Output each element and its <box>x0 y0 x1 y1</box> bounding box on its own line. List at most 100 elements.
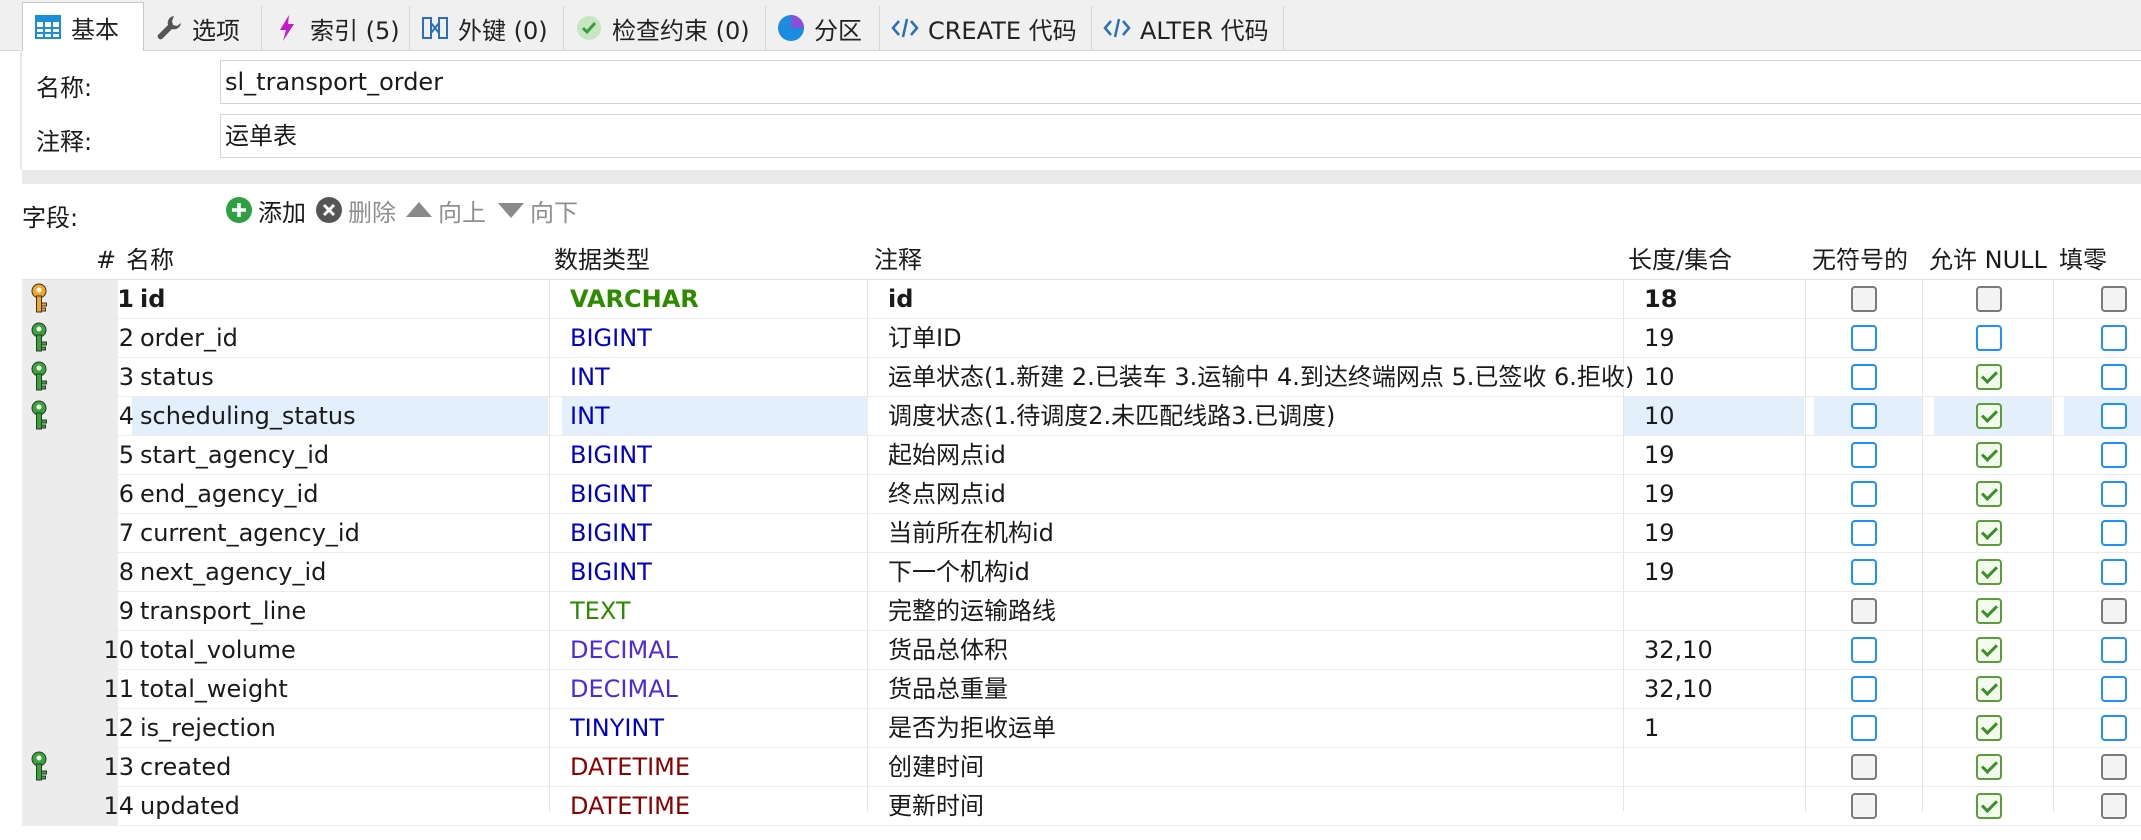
unsigned-checkbox[interactable] <box>1851 754 1877 780</box>
tab-create-code[interactable]: CREATE 代码 <box>880 6 1092 50</box>
field-comment-cell[interactable]: id <box>888 280 1634 318</box>
unsigned-checkbox[interactable] <box>1851 715 1877 741</box>
table-row[interactable]: 8 next_agency_id BIGINT 下一个机构id 19 <box>22 553 2141 592</box>
field-type-cell[interactable]: BIGINT <box>570 475 870 513</box>
table-row[interactable]: 12 is_rejection TINYINT 是否为拒收运单 1 <box>22 709 2141 748</box>
zerofill-checkbox[interactable] <box>2101 676 2127 702</box>
allow-null-checkbox[interactable] <box>1976 325 2002 351</box>
allow-null-checkbox[interactable] <box>1976 442 2002 468</box>
zerofill-checkbox[interactable] <box>2101 325 2127 351</box>
field-comment-cell[interactable]: 下一个机构id <box>888 553 1634 591</box>
field-name-cell[interactable]: order_id <box>140 319 560 357</box>
col-header-number[interactable]: # <box>96 241 116 279</box>
tab-options[interactable]: 选项 <box>144 6 262 50</box>
field-type-cell[interactable]: INT <box>570 358 870 396</box>
table-row[interactable]: 3 status INT 运单状态(1.新建 2.已装车 3.运输中 4.到达终端网点… <box>22 358 2141 397</box>
delete-field-button[interactable]: 删除 <box>314 192 396 228</box>
zerofill-checkbox[interactable] <box>2101 481 2127 507</box>
unsigned-checkbox[interactable] <box>1851 520 1877 546</box>
zerofill-checkbox[interactable] <box>2101 286 2127 312</box>
field-length-cell[interactable]: 19 <box>1644 514 1814 552</box>
unsigned-checkbox[interactable] <box>1851 325 1877 351</box>
unsigned-checkbox[interactable] <box>1851 403 1877 429</box>
tab-check-constraints[interactable]: 检查约束 (0) <box>564 6 766 50</box>
unsigned-checkbox[interactable] <box>1851 481 1877 507</box>
field-name-cell[interactable]: total_weight <box>140 670 560 708</box>
tab-indexes[interactable]: 索引 (5) <box>262 6 410 50</box>
table-row[interactable]: 14 updated DATETIME 更新时间 <box>22 787 2141 826</box>
field-type-cell[interactable]: DECIMAL <box>570 631 870 669</box>
field-comment-cell[interactable]: 货品总体积 <box>888 631 1634 669</box>
zerofill-checkbox[interactable] <box>2101 715 2127 741</box>
field-comment-cell[interactable]: 订单ID <box>888 319 1634 357</box>
allow-null-checkbox[interactable] <box>1976 481 2002 507</box>
zerofill-checkbox[interactable] <box>2101 442 2127 468</box>
col-header-length[interactable]: 长度/集合 <box>1628 241 1732 279</box>
field-length-cell[interactable]: 32,10 <box>1644 670 1814 708</box>
tab-partitions[interactable]: 分区 <box>766 6 880 50</box>
allow-null-checkbox[interactable] <box>1976 403 2002 429</box>
field-length-cell[interactable] <box>1644 748 1814 786</box>
field-length-cell[interactable]: 18 <box>1644 280 1814 318</box>
table-row[interactable]: 9 transport_line TEXT 完整的运输路线 <box>22 592 2141 631</box>
table-name-input[interactable]: sl_transport_order <box>220 60 2141 104</box>
unsigned-checkbox[interactable] <box>1851 286 1877 312</box>
field-comment-cell[interactable]: 终点网点id <box>888 475 1634 513</box>
unsigned-checkbox[interactable] <box>1851 364 1877 390</box>
table-row[interactable]: 13 created DATETIME 创建时间 <box>22 748 2141 787</box>
unsigned-checkbox[interactable] <box>1851 793 1877 819</box>
table-row[interactable]: 2 order_id BIGINT 订单ID 19 <box>22 319 2141 358</box>
field-name-cell[interactable]: id <box>140 280 560 318</box>
field-name-cell[interactable]: status <box>140 358 560 396</box>
unsigned-checkbox[interactable] <box>1851 598 1877 624</box>
field-type-cell[interactable]: BIGINT <box>570 553 870 591</box>
table-row[interactable]: 6 end_agency_id BIGINT 终点网点id 19 <box>22 475 2141 514</box>
field-comment-cell[interactable]: 运单状态(1.新建 2.已装车 3.运输中 4.到达终端网点 5.已签收 6.拒… <box>888 358 1634 396</box>
field-name-cell[interactable]: start_agency_id <box>140 436 560 474</box>
field-comment-cell[interactable]: 完整的运输路线 <box>888 592 1634 630</box>
col-header-nullable[interactable]: 允许 NULL <box>1929 241 2047 279</box>
field-length-cell[interactable]: 1 <box>1644 709 1814 747</box>
field-name-cell[interactable]: is_rejection <box>140 709 560 747</box>
move-down-button[interactable]: 向下 <box>496 192 578 228</box>
field-type-cell[interactable]: DATETIME <box>570 787 870 825</box>
zerofill-checkbox[interactable] <box>2101 598 2127 624</box>
field-type-cell[interactable]: DATETIME <box>570 748 870 786</box>
tab-foreign-keys[interactable]: 外键 (0) <box>410 6 564 50</box>
field-comment-cell[interactable]: 起始网点id <box>888 436 1634 474</box>
field-name-cell[interactable]: current_agency_id <box>140 514 560 552</box>
allow-null-checkbox[interactable] <box>1976 520 2002 546</box>
field-type-cell[interactable]: TINYINT <box>570 709 870 747</box>
field-comment-cell[interactable]: 货品总重量 <box>888 670 1634 708</box>
field-comment-cell[interactable]: 更新时间 <box>888 787 1634 825</box>
field-name-cell[interactable]: next_agency_id <box>140 553 560 591</box>
field-type-cell[interactable]: INT <box>570 397 870 435</box>
unsigned-checkbox[interactable] <box>1851 559 1877 585</box>
table-comment-input[interactable]: 运单表 <box>220 114 2141 158</box>
col-header-comment[interactable]: 注释 <box>874 241 922 279</box>
field-type-cell[interactable]: TEXT <box>570 592 870 630</box>
field-type-cell[interactable]: DECIMAL <box>570 670 870 708</box>
field-length-cell[interactable] <box>1644 787 1814 825</box>
field-length-cell[interactable]: 19 <box>1644 436 1814 474</box>
zerofill-checkbox[interactable] <box>2101 754 2127 780</box>
zerofill-checkbox[interactable] <box>2101 637 2127 663</box>
zerofill-checkbox[interactable] <box>2101 364 2127 390</box>
field-length-cell[interactable]: 32,10 <box>1644 631 1814 669</box>
unsigned-checkbox[interactable] <box>1851 637 1877 663</box>
allow-null-checkbox[interactable] <box>1976 286 2002 312</box>
unsigned-checkbox[interactable] <box>1851 442 1877 468</box>
field-name-cell[interactable]: updated <box>140 787 560 825</box>
table-row[interactable]: 11 total_weight DECIMAL 货品总重量 32,10 <box>22 670 2141 709</box>
field-name-cell[interactable]: total_volume <box>140 631 560 669</box>
table-row[interactable]: 1 id VARCHAR id 18 <box>22 280 2141 319</box>
field-comment-cell[interactable]: 当前所在机构id <box>888 514 1634 552</box>
field-type-cell[interactable]: VARCHAR <box>570 280 870 318</box>
allow-null-checkbox[interactable] <box>1976 754 2002 780</box>
field-comment-cell[interactable]: 创建时间 <box>888 748 1634 786</box>
zerofill-checkbox[interactable] <box>2101 793 2127 819</box>
col-header-name[interactable]: 名称 <box>126 241 174 279</box>
field-name-cell[interactable]: transport_line <box>140 592 560 630</box>
field-name-cell[interactable]: end_agency_id <box>140 475 560 513</box>
col-header-unsigned[interactable]: 无符号的 <box>1812 241 1908 279</box>
